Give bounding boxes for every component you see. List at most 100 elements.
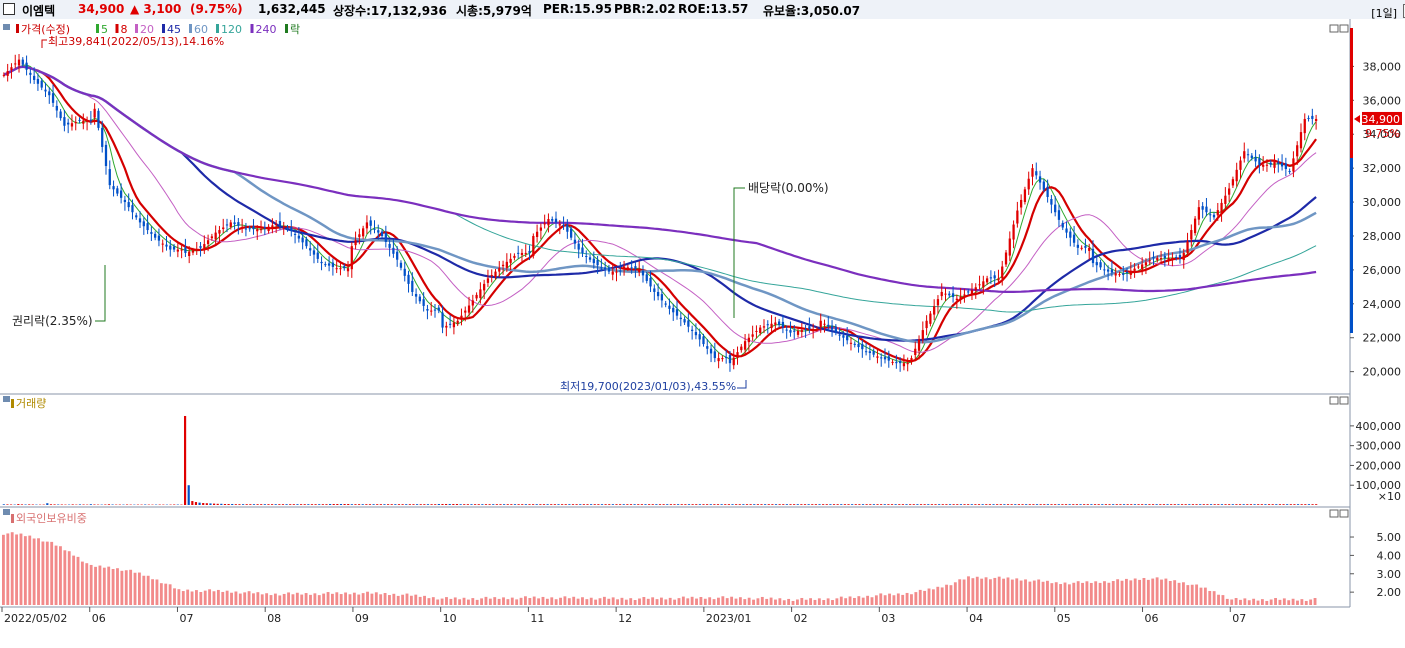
- foreign-ratio-bar: [695, 598, 698, 605]
- volume-bar: [274, 504, 277, 505]
- foreign-ratio-bar: [1199, 587, 1203, 605]
- foreign-ratio-bar: [1098, 582, 1102, 605]
- foreign-ratio-bar: [624, 599, 628, 605]
- volume-bar: [1289, 504, 1292, 505]
- candle-body: [842, 335, 845, 338]
- foreign-ratio-bar: [190, 591, 194, 605]
- foreign-ratio-bar: [611, 597, 615, 605]
- candle-body: [1125, 271, 1129, 273]
- foreign-ratio-bar: [396, 595, 400, 605]
- candle-body: [675, 309, 679, 316]
- volume-bar: [307, 504, 310, 505]
- volume-bar: [1115, 504, 1118, 505]
- foreign-ratio-bar: [199, 592, 203, 605]
- reserve-ratio: 유보율:3,050.07: [763, 4, 861, 18]
- volume-bar: [1137, 504, 1140, 505]
- candle-body: [1167, 258, 1170, 262]
- foreign-ratio-bar: [545, 598, 549, 605]
- candle-body: [547, 219, 550, 226]
- volume-bar: [524, 504, 527, 505]
- foreign-ratio-bar: [1278, 599, 1282, 605]
- foreign-ratio-bar: [945, 584, 948, 605]
- volume-bar: [1173, 504, 1176, 505]
- volume-bar: [430, 504, 433, 505]
- volume-bar: [1017, 504, 1020, 505]
- foreign-ratio-bar: [949, 585, 953, 605]
- volume-bar: [1064, 504, 1068, 505]
- foreign-ratio-bar: [681, 596, 685, 605]
- candle-body: [354, 240, 357, 246]
- foreign-ratio-bar: [278, 595, 282, 605]
- foreign-ratio-bar: [971, 578, 975, 605]
- candle-body: [407, 274, 410, 284]
- volume-bar: [241, 504, 245, 505]
- foreign-ratio-bar: [616, 599, 619, 605]
- candle-body: [622, 266, 626, 269]
- candle-body: [67, 122, 70, 125]
- foreign-ratio-bar: [506, 599, 510, 605]
- candle-body: [157, 235, 161, 241]
- stock-checkbox-icon[interactable]: [3, 3, 15, 15]
- volume-bar: [970, 504, 973, 505]
- foreign-ratio-bar: [1050, 583, 1054, 605]
- candle-body: [55, 105, 58, 111]
- candle-body: [672, 307, 675, 313]
- volume-bar: [724, 504, 727, 505]
- candle-body: [585, 255, 588, 257]
- foreign-ratio-bar: [541, 596, 545, 605]
- candle-body: [740, 346, 743, 351]
- volume-bar: [423, 504, 426, 505]
- candle-body: [464, 310, 467, 313]
- candle-body: [1080, 247, 1083, 249]
- candle-body: [789, 330, 792, 333]
- volume-bar: [1122, 504, 1126, 505]
- candle-body: [880, 357, 883, 359]
- foreign-ratio-bar: [989, 579, 992, 605]
- volume-bar: [901, 504, 904, 505]
- candle-body: [112, 186, 115, 190]
- candle-body: [1038, 176, 1042, 183]
- volume-bar: [535, 504, 538, 505]
- candle-body: [543, 223, 546, 225]
- foreign-ratio-bar: [59, 546, 62, 605]
- candle-body: [509, 258, 512, 263]
- volume-bar: [934, 504, 937, 505]
- volume-bar: [492, 504, 495, 505]
- volume-bar: [959, 504, 962, 505]
- date-tick-label: 12: [618, 612, 632, 625]
- price-tick-label: 30,000: [1363, 196, 1402, 209]
- candle-body: [1122, 273, 1125, 275]
- foreign-ratio-bar: [1107, 582, 1111, 605]
- foreign-ratio-bar: [756, 598, 760, 605]
- foreign-ratio-bar: [905, 592, 909, 605]
- foreign-ratio-bar: [129, 569, 133, 605]
- foreign-ratio-bar: [743, 599, 747, 605]
- foreign-ratio-bar: [37, 538, 40, 605]
- foreign-ratio-bar: [1247, 600, 1251, 605]
- legend-swatch: [189, 24, 192, 33]
- volume-bar: [716, 504, 720, 505]
- foreign-ratio-bar: [1006, 577, 1010, 605]
- stock-name[interactable]: 이엠텍: [22, 2, 55, 19]
- foreign-ratio-bar: [519, 597, 523, 605]
- volume-bar: [1068, 504, 1071, 505]
- foreign-ratio-bar: [1142, 577, 1146, 605]
- candle-body: [815, 329, 819, 331]
- foreign-ratio-bar: [352, 592, 356, 605]
- foreign-ratio-bar: [80, 561, 84, 605]
- legend-label: 8: [121, 23, 128, 36]
- volume-bar: [553, 504, 556, 505]
- volume-tick-label: 400,000: [1356, 420, 1402, 433]
- candle-body: [1156, 258, 1159, 261]
- volume-bar: [452, 504, 455, 505]
- candle-body: [1088, 247, 1091, 251]
- candle-body: [520, 252, 524, 255]
- foreign-ratio-bar: [866, 595, 870, 605]
- candle-body: [573, 239, 577, 244]
- volume-bar: [999, 504, 1002, 505]
- foreign-ratio-bar: [466, 599, 470, 605]
- volume-bar: [1238, 504, 1242, 505]
- foreign-ratio-bar: [453, 597, 457, 605]
- candle-body: [921, 330, 924, 340]
- volume-bar: [1006, 504, 1010, 505]
